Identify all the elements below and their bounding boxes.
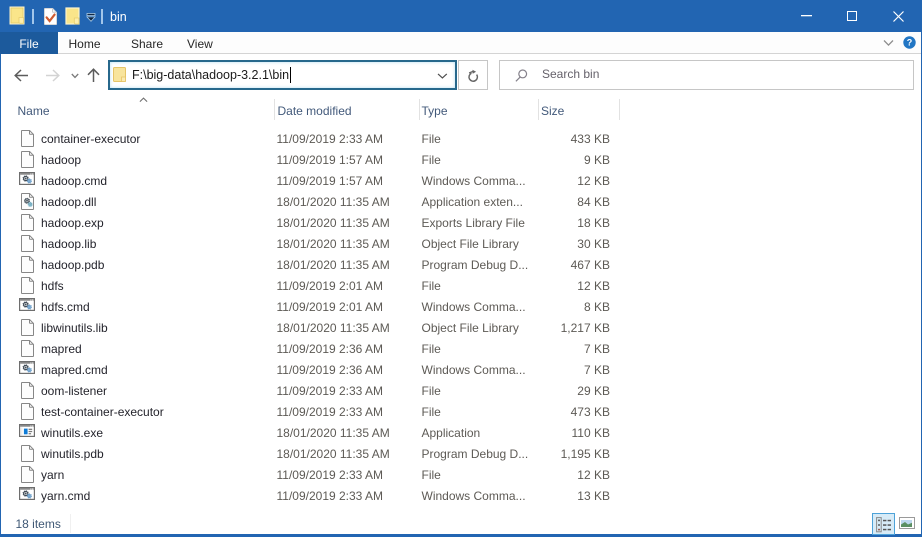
svg-text:?: ? bbox=[907, 38, 913, 48]
